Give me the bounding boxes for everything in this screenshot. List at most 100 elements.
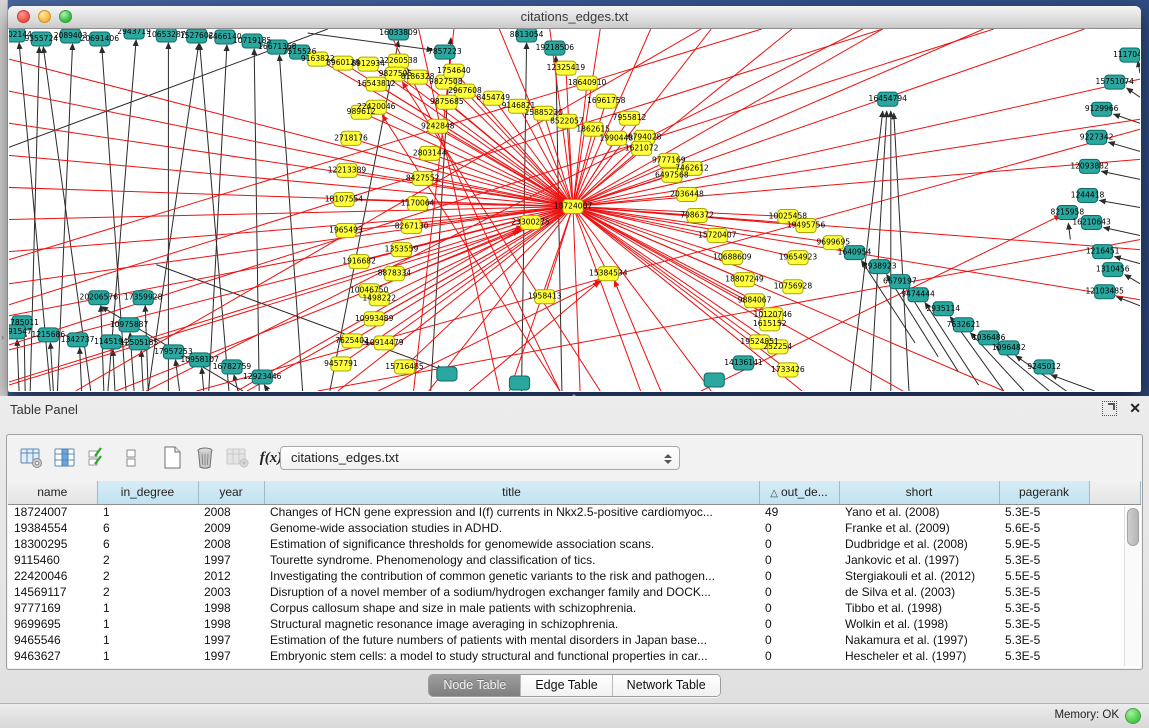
table-cell[interactable]: 18724007: [8, 504, 97, 520]
table-cell[interactable]: 14569117: [8, 584, 97, 600]
table-cell[interactable]: 9699695: [8, 616, 97, 632]
table-cell[interactable]: 0: [759, 648, 839, 664]
import-table-button[interactable]: [19, 445, 45, 471]
graph-node[interactable]: [704, 373, 724, 387]
table-cell[interactable]: de Silva et al. (2003): [839, 584, 999, 600]
column-header[interactable]: pagerank: [999, 481, 1089, 504]
table-cell[interactable]: 5.5E-5: [999, 568, 1089, 584]
table-cell[interactable]: 19384554: [8, 520, 97, 536]
table-cell[interactable]: 0: [759, 520, 839, 536]
network-canvas[interactable]: 1602144935572420894032069140629437191065…: [9, 29, 1140, 391]
table-cell[interactable]: 5.9E-5: [999, 536, 1089, 552]
tab-edge-table[interactable]: Edge Table: [521, 675, 612, 696]
table-cell[interactable]: Tibbo et al. (1998): [839, 600, 999, 616]
table-cell[interactable]: 2003: [198, 584, 264, 600]
table-cell[interactable]: 9777169: [8, 600, 97, 616]
table-cell[interactable]: 1: [97, 600, 198, 616]
tab-network-table[interactable]: Network Table: [613, 675, 720, 696]
table-cell[interactable]: 5.6E-5: [999, 520, 1089, 536]
table-cell[interactable]: Structural magnetic resonance image aver…: [264, 616, 759, 632]
table-cell[interactable]: 1997: [198, 632, 264, 648]
table-cell[interactable]: 1997: [198, 552, 264, 568]
table-cell[interactable]: Nakamura et al. (1997): [839, 632, 999, 648]
table-cell[interactable]: 1: [97, 632, 198, 648]
collapse-arrow-icon[interactable]: ›: [1, 332, 4, 342]
table-cell[interactable]: Embryonic stem cells: a model to study s…: [264, 648, 759, 664]
table-cell[interactable]: 2: [97, 568, 198, 584]
table-cell[interactable]: 22420046: [8, 568, 97, 584]
table-cell[interactable]: 5.3E-5: [999, 616, 1089, 632]
table-cell[interactable]: 1: [97, 616, 198, 632]
table-row[interactable]: 1872400712008Changes of HCN gene express…: [8, 504, 1141, 520]
table-cell[interactable]: 1: [97, 648, 198, 664]
table-cell[interactable]: Franke et al. (2009): [839, 520, 999, 536]
table-cell[interactable]: 1997: [198, 648, 264, 664]
table-row[interactable]: 1456911722003Disruption of a novel membe…: [8, 584, 1141, 600]
table-cell[interactable]: 0: [759, 552, 839, 568]
table-cell[interactable]: 0: [759, 632, 839, 648]
table-cell[interactable]: 2: [97, 584, 198, 600]
table-cell[interactable]: Jankovic et al. (1997): [839, 552, 999, 568]
table-cell[interactable]: 0: [759, 600, 839, 616]
table-cell[interactable]: 49: [759, 504, 839, 520]
column-header[interactable]: in_degree: [97, 481, 198, 504]
table-cell[interactable]: Wolkin et al. (1998): [839, 616, 999, 632]
select-rows-button[interactable]: [85, 445, 111, 471]
table-cell[interactable]: 1998: [198, 616, 264, 632]
table-cell[interactable]: Corpus callosum shape and size in male p…: [264, 600, 759, 616]
table-cell[interactable]: Genome-wide association studies in ADHD.: [264, 520, 759, 536]
table-cell[interactable]: 9465546: [8, 632, 97, 648]
table-cell[interactable]: 18300295: [8, 536, 97, 552]
table-cell[interactable]: 5.3E-5: [999, 504, 1089, 520]
table-cell[interactable]: 0: [759, 584, 839, 600]
table-cell[interactable]: 5.3E-5: [999, 600, 1089, 616]
table-row[interactable]: 946362711997Embryonic stem cells: a mode…: [8, 648, 1141, 664]
table-cell[interactable]: 2008: [198, 504, 264, 520]
table-cell[interactable]: 6: [97, 520, 198, 536]
float-panel-icon[interactable]: [1102, 401, 1117, 416]
column-header[interactable]: short: [839, 481, 999, 504]
table-cell[interactable]: Stergiakouli et al. (2012): [839, 568, 999, 584]
vertical-scrollbar[interactable]: [1124, 506, 1140, 666]
table-cell[interactable]: 6: [97, 536, 198, 552]
table-cell[interactable]: Estimation of the future numbers of pati…: [264, 632, 759, 648]
table-selector-dropdown[interactable]: citations_edges.txt: [280, 446, 680, 470]
column-header[interactable]: name: [8, 481, 97, 504]
close-panel-icon[interactable]: ✕: [1129, 402, 1141, 415]
table-cell[interactable]: 2: [97, 552, 198, 568]
citation-network-graph[interactable]: 1602144935572420894032069140629437191065…: [9, 29, 1140, 391]
window-titlebar[interactable]: citations_edges.txt: [8, 6, 1141, 29]
table-cell[interactable]: 2012: [198, 568, 264, 584]
table-cell[interactable]: 0: [759, 536, 839, 552]
table-cell[interactable]: 1998: [198, 600, 264, 616]
table-cell[interactable]: Tourette syndrome. Phenomenology and cla…: [264, 552, 759, 568]
table-cell[interactable]: 0: [759, 616, 839, 632]
table-cell[interactable]: 2009: [198, 520, 264, 536]
table-cell[interactable]: Estimation of significance thresholds fo…: [264, 536, 759, 552]
table-cell[interactable]: Dudbridge et al. (2008): [839, 536, 999, 552]
graph-node[interactable]: [437, 367, 457, 381]
table-row[interactable]: 911546021997Tourette syndrome. Phenomeno…: [8, 552, 1141, 568]
column-header[interactable]: year: [198, 481, 264, 504]
table-cell[interactable]: Investigating the contribution of common…: [264, 568, 759, 584]
table-cell[interactable]: Yano et al. (2008): [839, 504, 999, 520]
table-cell[interactable]: Hescheler et al. (1997): [839, 648, 999, 664]
table-row[interactable]: 1830029562008Estimation of significance …: [8, 536, 1141, 552]
column-header[interactable]: title: [264, 481, 759, 504]
table-row[interactable]: 2242004622012Investigating the contribut…: [8, 568, 1141, 584]
row-height-button[interactable]: [118, 445, 144, 471]
new-table-button[interactable]: [159, 445, 185, 471]
table-row[interactable]: 1938455462009Genome-wide association stu…: [8, 520, 1141, 536]
table-cell[interactable]: 9463627: [8, 648, 97, 664]
scrollbar-thumb[interactable]: [1127, 508, 1139, 546]
show-column-button[interactable]: [52, 445, 78, 471]
table-row[interactable]: 946554611997Estimation of the future num…: [8, 632, 1141, 648]
column-header[interactable]: △out_de...: [759, 481, 839, 504]
table-cell[interactable]: 5.3E-5: [999, 648, 1089, 664]
tab-node-table[interactable]: Node Table: [429, 675, 521, 696]
attribute-table[interactable]: namein_degreeyeartitle△out_de...shortpag…: [8, 481, 1141, 664]
table-cell[interactable]: Changes of HCN gene expression and I(f) …: [264, 504, 759, 520]
table-cell[interactable]: 9115460: [8, 552, 97, 568]
graph-node[interactable]: [509, 376, 529, 390]
table-row[interactable]: 977716911998Corpus callosum shape and si…: [8, 600, 1141, 616]
